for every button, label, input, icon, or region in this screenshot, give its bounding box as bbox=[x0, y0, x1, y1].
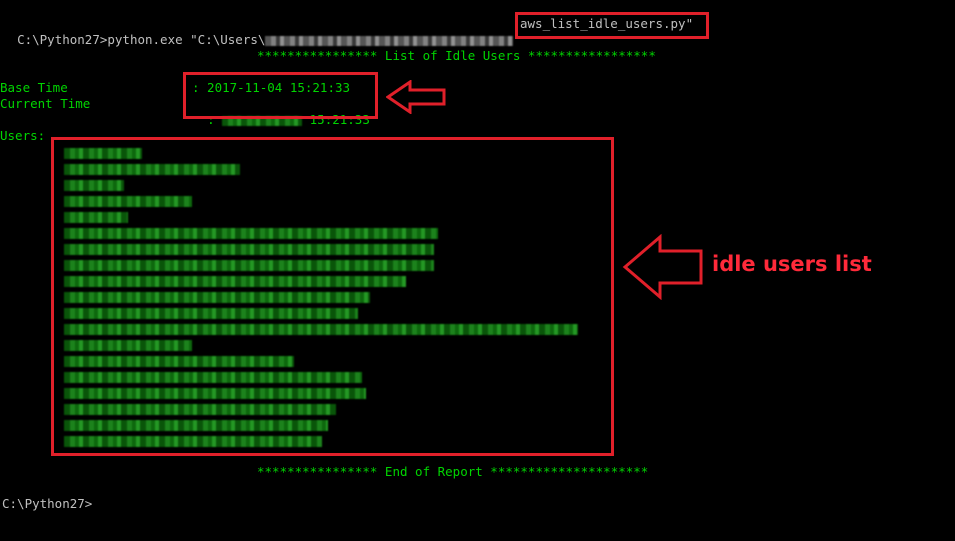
redacted-path bbox=[265, 35, 514, 46]
command-line: C:\Python27>python.exe "C:\Users\ bbox=[2, 16, 514, 48]
left-arrow-icon bbox=[386, 80, 446, 114]
users-list-highlight-box bbox=[51, 137, 614, 456]
report-footer: **************** End of Report *********… bbox=[257, 464, 649, 479]
annotation-label: idle users list bbox=[712, 252, 872, 276]
script-name-highlight-box bbox=[515, 12, 709, 39]
final-prompt[interactable]: C:\Python27> bbox=[2, 496, 92, 512]
time-highlight-box bbox=[183, 72, 378, 119]
base-time-label: Base Time bbox=[0, 80, 68, 95]
report-header: **************** List of Idle Users ****… bbox=[257, 48, 656, 63]
left-arrow-icon bbox=[622, 234, 703, 300]
current-time-label: Current Time bbox=[0, 96, 91, 111]
command-prefix: C:\Python27>python.exe "C:\Users\ bbox=[17, 32, 266, 47]
users-label: Users: bbox=[0, 128, 46, 143]
